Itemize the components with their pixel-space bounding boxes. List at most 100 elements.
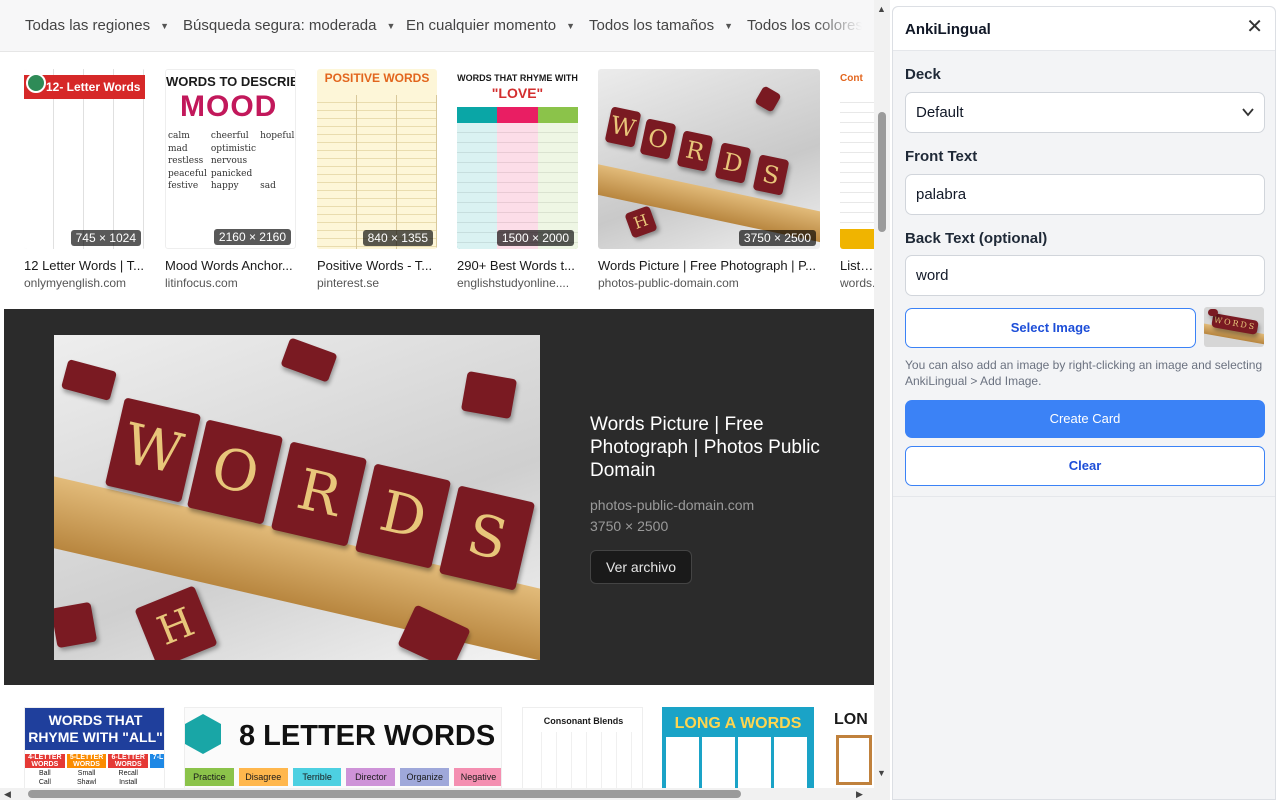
- filter-time[interactable]: En cualquier momento ▼: [406, 17, 575, 34]
- tile-w: W: [104, 397, 202, 503]
- result-tile[interactable]: WORDS THAT RHYME WITH "LOVE" 1500 × 2000…: [457, 69, 578, 290]
- result-caption[interactable]: Words Picture | Free Photograph | P...: [598, 258, 820, 273]
- image-dimensions: 1500 × 2000: [496, 230, 574, 246]
- select-image-button[interactable]: Select Image: [905, 308, 1196, 348]
- scroll-right-icon[interactable]: ▶: [856, 788, 863, 800]
- image-hint-text: You can also add an image by right-click…: [905, 358, 1263, 388]
- result-thumbnail[interactable]: POSITIVE WORDS 840 × 1355: [317, 69, 437, 249]
- filter-region[interactable]: Todas las regiones ▼: [25, 17, 169, 34]
- scroll-left-icon[interactable]: ◀: [4, 788, 11, 800]
- result-thumbnail[interactable]: Cont: [840, 69, 874, 249]
- back-text-input[interactable]: word: [905, 255, 1265, 296]
- close-icon[interactable]: ✕: [1246, 17, 1263, 37]
- tile-s: S: [438, 485, 536, 591]
- result-thumbnail[interactable]: WORDS TO DESCRIBE MOOD calm cheerful hopef…: [165, 69, 296, 249]
- result-tile[interactable]: LON: [834, 707, 874, 791]
- filter-size[interactable]: Todos los tamaños ▼: [589, 17, 733, 34]
- create-card-button[interactable]: Create Card: [905, 400, 1265, 438]
- divider: [893, 496, 1275, 497]
- result-tile[interactable]: POSITIVE WORDS 840 × 1355 Positive Words…: [317, 69, 437, 290]
- result-tile-selected[interactable]: W O R D S H 3750 × 2500 Words Picture | …: [598, 69, 820, 290]
- result-source[interactable]: litinfocus.com: [165, 276, 296, 290]
- caret-down-icon: ▼: [566, 20, 576, 31]
- image-search-page: Todas las regiones ▼ Búsqueda segura: mod…: [0, 0, 874, 800]
- horizontal-scrollbar[interactable]: ◀ ▶: [0, 788, 874, 800]
- panel-title: AnkiLingual: [905, 21, 991, 38]
- filter-label: En cualquier momento: [406, 17, 557, 34]
- front-text-input[interactable]: palabra: [905, 174, 1265, 215]
- image-dimensions: 3750 × 2500: [738, 230, 816, 246]
- logo-icon: [26, 73, 46, 93]
- ankilingual-panel: AnkiLingual ✕ Deck Default Front Text pa…: [892, 6, 1276, 800]
- caret-down-icon: ▼: [160, 20, 169, 31]
- result-caption[interactable]: Mood Words Anchor...: [165, 258, 296, 273]
- deck-label: Deck: [905, 66, 941, 83]
- thumb-big-text: "LOVE": [491, 85, 544, 101]
- clear-button[interactable]: Clear: [905, 446, 1265, 486]
- hexagon-logo-icon: [185, 714, 221, 754]
- image-detail-preview: W O R D S H Words Picture | Free Photogr…: [4, 309, 874, 685]
- result-source[interactable]: englishstudyonline....: [457, 276, 578, 290]
- thumb-heading: POSITIVE WORDS: [324, 71, 430, 85]
- image-dimensions: 840 × 1355: [362, 230, 433, 246]
- result-caption[interactable]: 290+ Best Words t...: [457, 258, 578, 273]
- screen: Todas las regiones ▼ Búsqueda segura: mod…: [0, 0, 1280, 800]
- result-tile[interactable]: 8 LETTER WORDS Practice Disagree Terribl…: [184, 707, 502, 791]
- scrollbar-thumb[interactable]: [878, 112, 886, 232]
- back-text-label: Back Text (optional): [905, 230, 1048, 247]
- vertical-scrollbar[interactable]: ▲ ▼: [874, 0, 890, 800]
- chevron-down-icon: [1242, 93, 1254, 148]
- thumb-heading: Consonant Blends: [543, 716, 624, 726]
- filter-bar-fade: [814, 0, 874, 51]
- thumb-chips: Practice Disagree Terrible Director Orga…: [185, 768, 501, 786]
- thumb-heading: LON: [834, 711, 868, 728]
- filter-label: Todos los tamaños: [589, 17, 715, 34]
- tile-r: R: [270, 441, 368, 547]
- front-text-label: Front Text: [905, 148, 978, 165]
- result-tile[interactable]: Cont List of... words...: [840, 69, 874, 290]
- result-tile[interactable]: Consonant Blends: [522, 707, 643, 791]
- scroll-down-icon[interactable]: ▼: [877, 768, 886, 778]
- result-thumbnail[interactable]: 12- Letter Words 745 × 1024: [24, 69, 145, 249]
- selected-image-thumbnail: WORDS: [1204, 307, 1264, 347]
- caret-down-icon: ▼: [724, 20, 733, 31]
- scrollbar-thumb[interactable]: [28, 790, 741, 798]
- result-source[interactable]: words...: [840, 276, 874, 290]
- result-source[interactable]: pinterest.se: [317, 276, 437, 290]
- result-tile[interactable]: LONG A WORDS: [662, 707, 814, 791]
- preview-title[interactable]: Words Picture | Free Photograph | Photos…: [590, 413, 840, 482]
- thumb-heading: LONG A WORDS: [674, 715, 802, 732]
- preview-domain[interactable]: photos-public-domain.com: [590, 497, 754, 513]
- result-thumbnail[interactable]: W O R D S H 3750 × 2500: [598, 69, 820, 249]
- result-caption[interactable]: Positive Words - T...: [317, 258, 437, 273]
- preview-image[interactable]: W O R D S H: [54, 335, 540, 660]
- result-caption[interactable]: List of...: [840, 258, 874, 273]
- scroll-up-icon[interactable]: ▲: [877, 4, 886, 14]
- filter-safe-search[interactable]: Búsqueda segura: moderada ▼: [183, 17, 395, 34]
- thumb-heading: 8 LETTER WORDS: [239, 720, 496, 752]
- result-tile[interactable]: WORDS TO DESCRIBE MOOD calm cheerful hopef…: [165, 69, 296, 290]
- filter-label: Búsqueda segura: moderada: [183, 17, 377, 34]
- result-tile[interactable]: WORDS THAT RHYME WITH "ALL" 4-LETTER WOR…: [24, 707, 165, 791]
- filter-label: Todas las regiones: [25, 17, 151, 34]
- view-file-button[interactable]: Ver archivo: [590, 550, 693, 584]
- result-source[interactable]: photos-public-domain.com: [598, 276, 820, 290]
- panel-header: AnkiLingual ✕: [893, 7, 1275, 51]
- deck-select[interactable]: Default: [905, 92, 1265, 133]
- thumb-heading: Cont: [840, 73, 863, 84]
- image-dimensions: 745 × 1024: [70, 230, 141, 246]
- caret-down-icon: ▼: [386, 20, 396, 31]
- tile-o: O: [186, 419, 284, 525]
- thumb-word-grid: calm cheerful hopeful mad optimistic restle…: [168, 131, 295, 191]
- result-thumbnail[interactable]: WORDS THAT RHYME WITH "LOVE" 1500 × 2000: [457, 69, 578, 249]
- thumb-big-text: MOOD: [180, 90, 278, 123]
- filter-bar: Todas las regiones ▼ Búsqueda segura: mod…: [0, 0, 874, 52]
- deck-selected-value: Default: [916, 104, 964, 121]
- thumb-columns: 4-LETTER WORDS 5-LETTER WORDS 6-LETTER W…: [25, 754, 164, 786]
- thumb-heading: WORDS TO DESCRIBE: [166, 74, 296, 89]
- preview-size: 3750 × 2500: [590, 518, 669, 534]
- result-source[interactable]: onlymyenglish.com: [24, 276, 145, 290]
- result-caption[interactable]: 12 Letter Words | T...: [24, 258, 145, 273]
- thumb-heading: WORDS THAT RHYME WITH: [457, 73, 578, 83]
- result-tile[interactable]: 12- Letter Words 745 × 1024 12 Letter Wo…: [24, 69, 145, 290]
